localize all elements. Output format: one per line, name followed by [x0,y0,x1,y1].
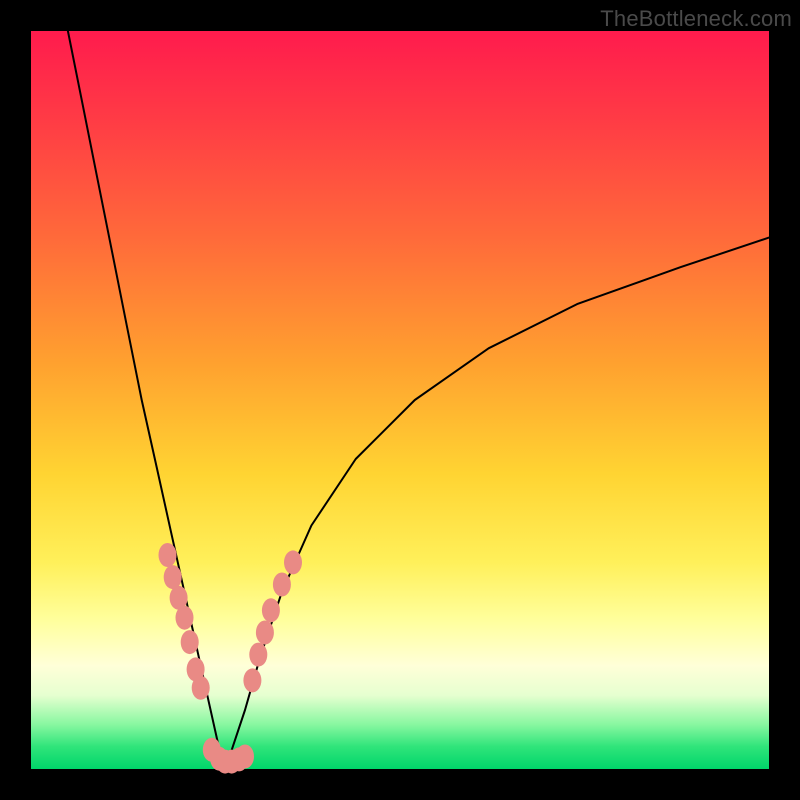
chart-plot-area [31,31,769,769]
watermark-text: TheBottleneck.com [600,6,792,32]
chart-frame: TheBottleneck.com [0,0,800,800]
